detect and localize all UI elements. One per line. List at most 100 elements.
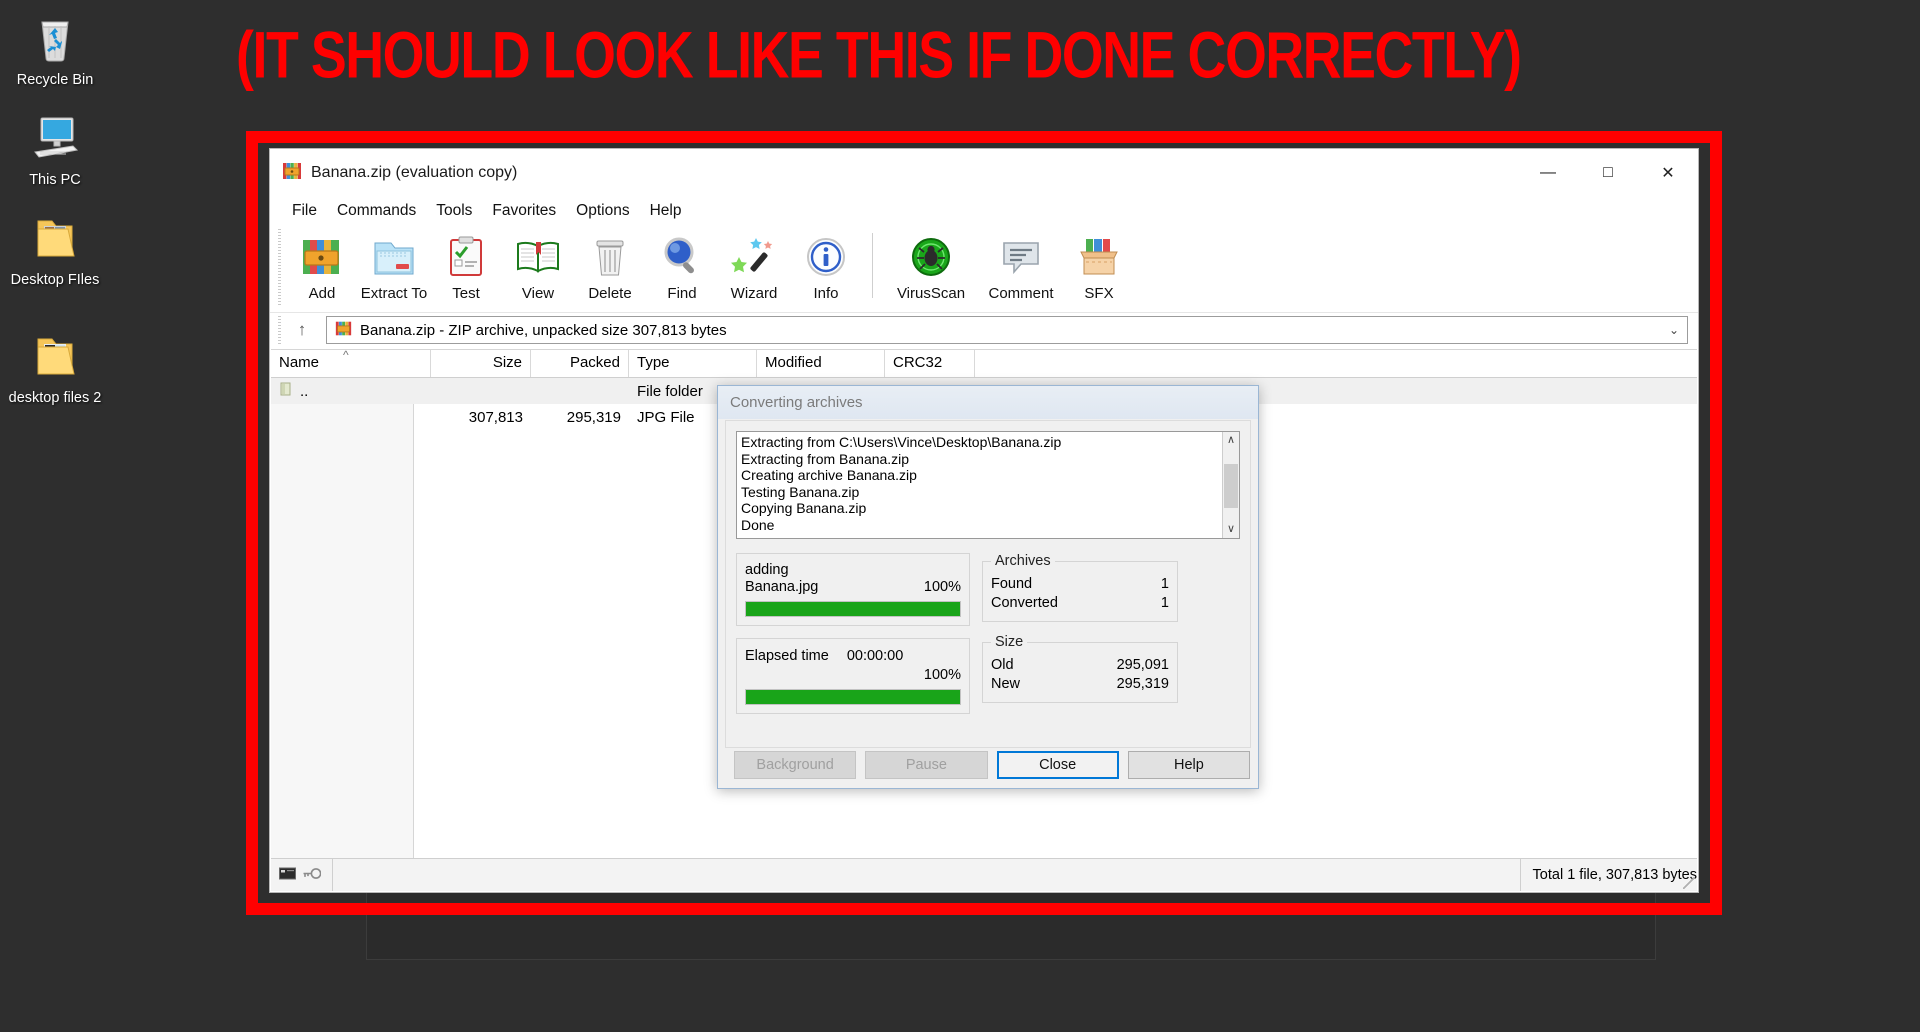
total-progress-fill [746,690,960,704]
new-size-row: New 295,319 [991,675,1169,694]
archive-path-text: Banana.zip - ZIP archive, unpacked size … [360,321,727,339]
desktop-icon-desktop-files[interactable]: Desktop FIles [0,212,110,289]
toolbar-button-sfx[interactable]: SFX [1063,229,1135,302]
current-file-percent: 100% [923,579,961,595]
close-button[interactable]: Close [996,751,1119,779]
dialog-title-bar[interactable]: Converting archives [718,386,1258,419]
file-progress-fill [746,602,960,616]
toolbar-label: SFX [1084,285,1114,302]
minimize-button[interactable]: — [1518,149,1578,197]
menu-item-tools[interactable]: Tools [426,200,482,222]
column-header-modified[interactable]: Modified [757,350,885,377]
info-circle-icon [802,238,850,285]
found-row: Found 1 [991,575,1169,594]
toolbar-button-delete[interactable]: Delete [574,229,646,302]
chevron-down-icon[interactable]: ⌄ [1669,323,1679,337]
desktop-icon-label: Recycle Bin [16,72,94,88]
menu-item-favorites[interactable]: Favorites [482,200,566,222]
toolbar-button-find[interactable]: Find [646,229,718,302]
find-magnifier-icon [658,237,706,285]
toolbar-button-info[interactable]: Info [790,229,862,302]
column-header-packed[interactable]: Packed [531,350,629,377]
current-operation-group: adding Banana.jpg 100% [736,553,970,626]
menu-item-options[interactable]: Options [566,200,639,222]
toolbar-button-add[interactable]: Add [286,229,358,302]
desktop-icon-label: desktop files 2 [8,390,102,406]
found-value: 1 [1160,576,1169,592]
row-name-text: .. [300,382,309,400]
toolbar-button-view[interactable]: View [502,229,574,302]
column-header-name[interactable]: Name ^ [271,350,431,377]
help-button[interactable]: Help [1127,751,1251,779]
log-scrollbar[interactable]: ∧ ∨ [1222,432,1239,538]
menu-item-file[interactable]: File [282,200,327,222]
desktop-icon-this-pc[interactable]: This PC [0,112,110,189]
parent-folder-icon [279,382,293,400]
pause-button[interactable]: Pause [865,751,988,779]
conversion-log[interactable]: Extracting from C:\Users\Vince\Desktop\B… [736,431,1240,539]
toolbar-button-wizard[interactable]: Wizard [718,229,790,302]
winrar-menu-bar[interactable]: File Commands Tools Favorites Options He… [270,197,1698,225]
toolbar-label: Find [667,285,697,302]
close-button[interactable]: ✕ [1638,149,1698,197]
converting-archives-dialog[interactable]: Converting archives Extracting from C:\U… [717,385,1259,789]
row-name-cell: .. [271,382,431,400]
toolbar-button-comment[interactable]: Comment [979,229,1063,302]
current-file-name: Banana.jpg [745,579,819,595]
arrow-up-icon[interactable]: ↑ [286,316,318,344]
winrar-address-bar[interactable]: ↑ Banana.zip - ZIP archive, unpacked siz… [270,313,1698,347]
toolbar-button-test[interactable]: Test [430,229,502,302]
toolbar-button-extract-to[interactable]: Extract To [358,229,430,302]
toolbar-label: Wizard [730,285,778,302]
maximize-button[interactable]: □ [1578,149,1638,197]
current-action-label: adding [745,562,789,578]
chevron-up-icon[interactable]: ∧ [1223,432,1239,449]
folder-icon [27,330,83,384]
disk-drive-icon[interactable] [279,867,296,884]
converted-value: 1 [1160,595,1169,611]
window-controls[interactable]: — □ ✕ [1518,149,1698,197]
ascending-caret-icon: ^ [343,350,349,362]
winrar-books-icon [282,161,302,185]
menu-item-commands[interactable]: Commands [327,200,426,222]
toolbar-button-virusscan[interactable]: VirusScan [883,229,979,302]
window-title: Banana.zip (evaluation copy) [311,164,518,181]
archives-legend: Archives [995,553,1051,569]
desktop-icon-desktop-files-2[interactable]: desktop files 2 [0,330,110,407]
comment-bubble-icon [997,242,1045,285]
total-percent: 100% [923,667,961,683]
status-bar-icons[interactable] [271,859,333,891]
list-left-gutter [271,404,414,858]
dialog-buttons[interactable]: Background Pause Close Help [726,750,1251,780]
new-size-value: 295,319 [1116,676,1169,692]
desktop-icon-recycle-bin[interactable]: Recycle Bin [0,12,110,89]
desktop-icon-label: Desktop FIles [10,272,100,288]
dialog-title: Converting archives [730,394,863,411]
toolbar-separator [872,233,873,298]
status-bar-spacer [333,859,1521,891]
extract-folder-icon [370,242,418,285]
resize-grip[interactable] [1683,877,1695,889]
background-button[interactable]: Background [734,751,857,779]
size-group: Size Old 295,091 New 295,319 [982,634,1178,703]
file-progress-bar [745,601,961,617]
chevron-down-icon[interactable]: ∨ [1223,521,1239,538]
progress-panels: adding Banana.jpg 100% Elapsed time 00:0… [736,553,970,726]
column-header-size[interactable]: Size [431,350,531,377]
archive-path-field[interactable]: Banana.zip - ZIP archive, unpacked size … [326,316,1688,344]
column-header-type[interactable]: Type [629,350,757,377]
row-packed-cell: 295,319 [566,408,621,426]
sfx-box-icon [1075,239,1123,285]
column-header-crc32[interactable]: CRC32 [885,350,975,377]
log-scrollbar-thumb[interactable] [1224,464,1238,508]
winrar-title-bar[interactable]: Banana.zip (evaluation copy) — □ ✕ [270,149,1698,197]
key-icon[interactable] [302,867,322,884]
elapsed-time-group: Elapsed time 00:00:00 100% [736,638,970,714]
file-list-column-headers[interactable]: Name ^ Size Packed Type Modified CRC32 [271,350,1697,378]
folder-icon [27,212,83,266]
log-line: Creating archive Banana.zip [741,467,917,483]
winrar-toolbar[interactable]: Add Extract To Test View Delete Find Wiz… [270,225,1698,313]
menu-item-help[interactable]: Help [640,200,692,222]
log-line: Copying Banana.zip [741,500,867,516]
archives-group: Archives Found 1 Converted 1 [982,553,1178,622]
